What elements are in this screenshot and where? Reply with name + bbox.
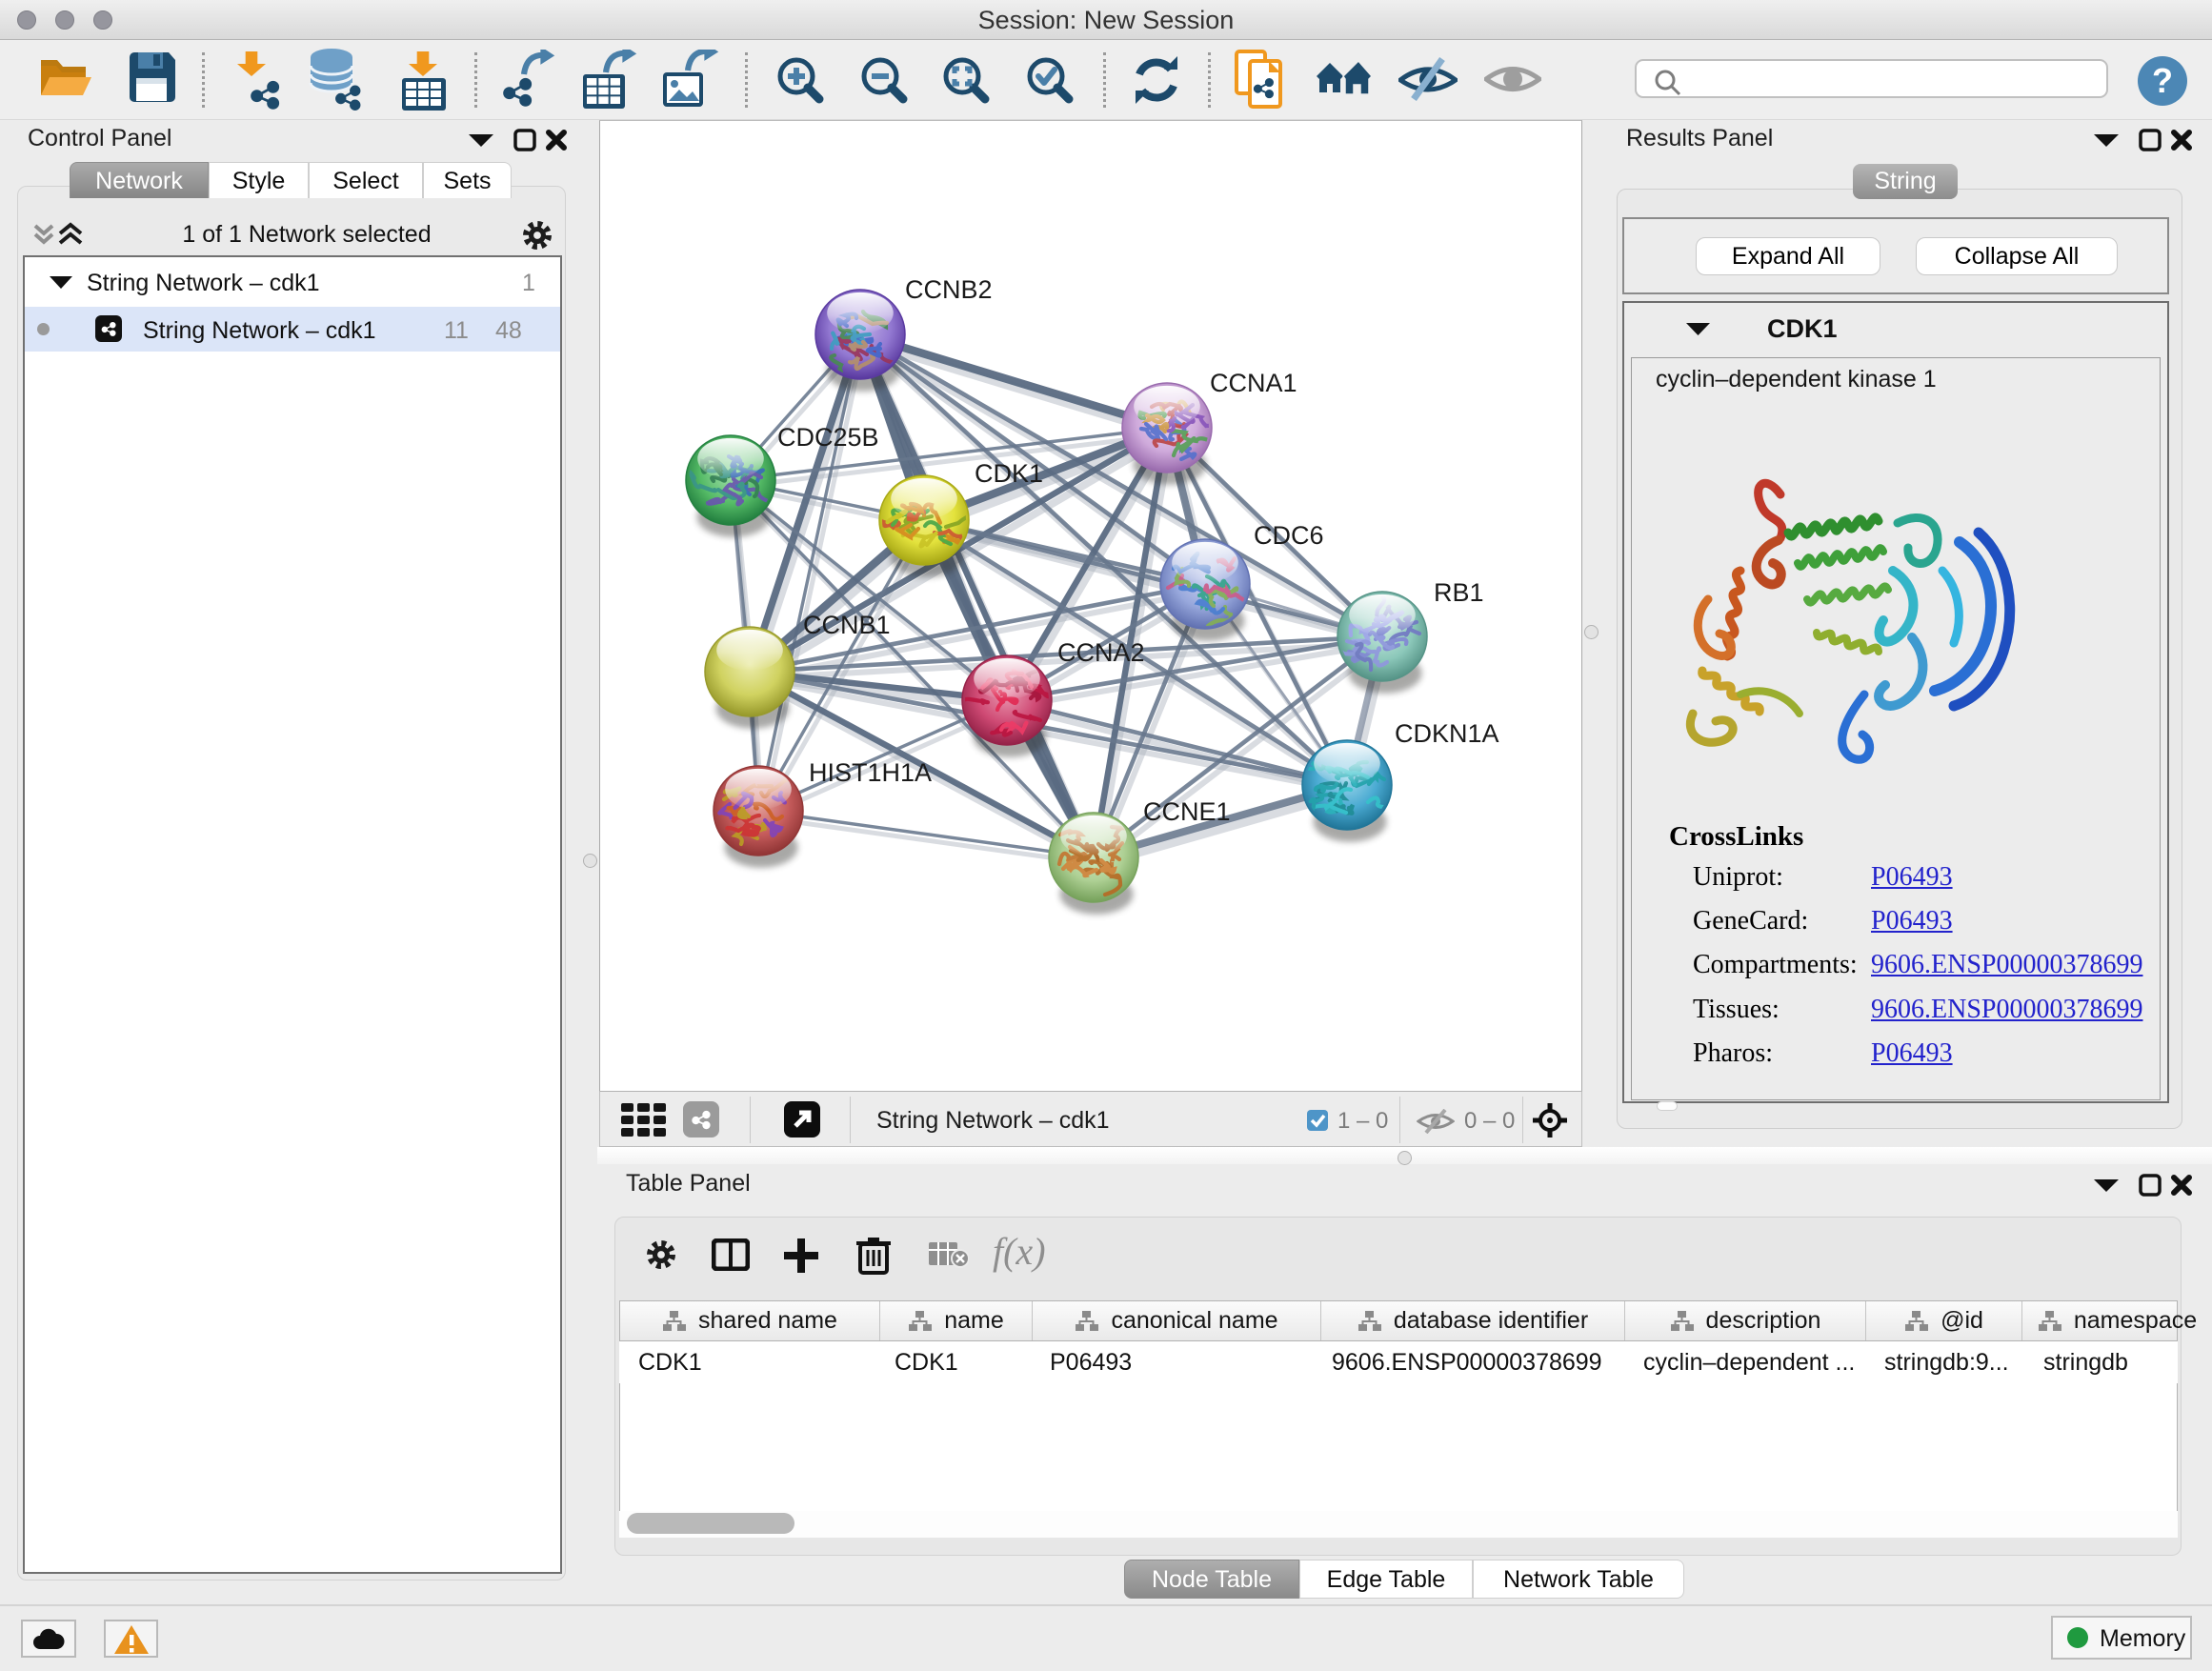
svg-text:CCNA2: CCNA2 [1057, 638, 1145, 667]
svg-text:CDKN1A: CDKN1A [1395, 719, 1499, 748]
svg-text:RB1: RB1 [1434, 578, 1484, 607]
svg-text:CCNE1: CCNE1 [1143, 797, 1231, 826]
svg-text:CCNB1: CCNB1 [803, 611, 891, 639]
svg-text:CDC25B: CDC25B [777, 423, 879, 452]
svg-text:CCNB2: CCNB2 [905, 275, 993, 304]
svg-text:CDK1: CDK1 [975, 459, 1043, 488]
svg-text:?: ? [2152, 61, 2173, 100]
svg-text:CDC6: CDC6 [1254, 521, 1324, 550]
svg-text:HIST1H1A: HIST1H1A [809, 758, 932, 787]
svg-text:CCNA1: CCNA1 [1210, 369, 1297, 397]
